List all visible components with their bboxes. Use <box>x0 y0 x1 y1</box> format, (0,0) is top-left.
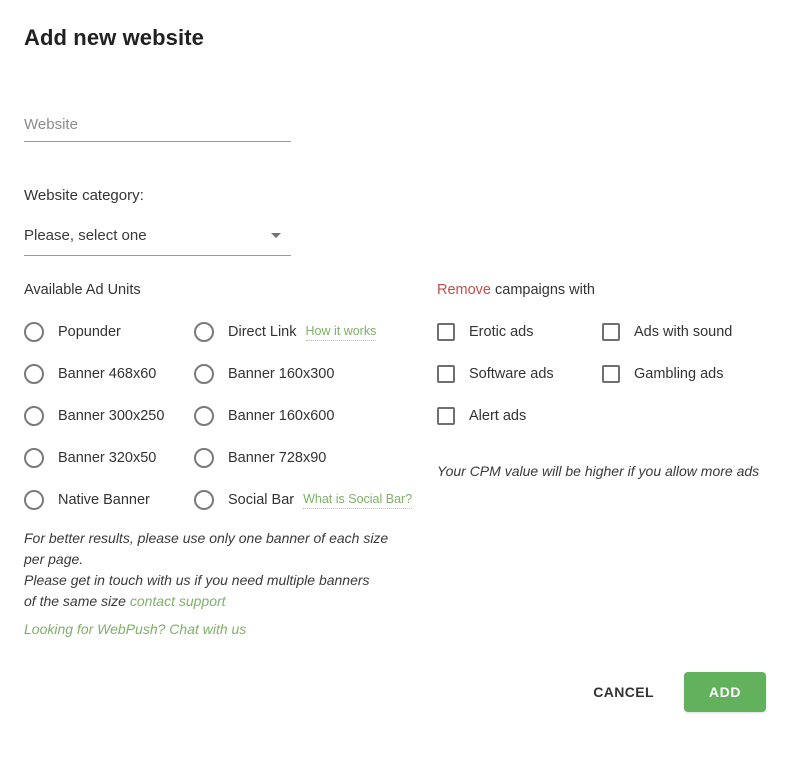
what-is-social-bar-link[interactable]: What is Social Bar? <box>303 491 413 509</box>
checkbox-icon[interactable] <box>602 365 620 383</box>
ad-unit-label: Native Banner <box>58 491 150 508</box>
radio-icon[interactable] <box>194 406 214 426</box>
remove-option-erotic-ads[interactable]: Erotic ads <box>437 311 602 353</box>
website-field-wrapper <box>24 116 291 142</box>
ad-unit-option-banner-320x50[interactable]: Banner 320x50 <box>24 437 194 479</box>
remove-option-label: Software ads <box>469 365 554 382</box>
ad-units-grid: Popunder Direct Link How it works Banner… <box>24 311 424 521</box>
how-it-works-link[interactable]: How it works <box>305 323 377 341</box>
remove-campaigns-heading: Remove campaigns with <box>437 281 595 300</box>
ad-unit-label: Direct Link <box>228 323 297 340</box>
ad-unit-label: Banner 160x600 <box>228 407 335 424</box>
dialog-actions: CANCEL ADD <box>577 672 766 712</box>
radio-icon[interactable] <box>194 322 214 342</box>
note-line-2: per page. <box>24 551 84 567</box>
ad-unit-option-popunder[interactable]: Popunder <box>24 311 194 353</box>
remove-heading-rest: campaigns with <box>491 282 595 298</box>
ad-unit-label: Popunder <box>58 323 121 340</box>
remove-option-label: Ads with sound <box>634 323 733 340</box>
ad-unit-label: Banner 160x300 <box>228 365 335 382</box>
chevron-down-icon <box>271 233 281 238</box>
checkbox-icon[interactable] <box>437 323 455 341</box>
ad-unit-option-banner-300x250[interactable]: Banner 300x250 <box>24 395 194 437</box>
contact-support-link[interactable]: contact support <box>130 593 226 609</box>
ad-unit-label: Banner 300x250 <box>58 407 165 424</box>
checkbox-icon[interactable] <box>437 365 455 383</box>
webpush-chat-link[interactable]: Looking for WebPush? Chat with us <box>24 620 246 639</box>
remove-option-label: Erotic ads <box>469 323 534 340</box>
note-line-4-prefix: of the same size <box>24 593 130 609</box>
ad-unit-label: Banner 468x60 <box>58 365 157 382</box>
checkbox-icon[interactable] <box>437 407 455 425</box>
page-title: Add new website <box>24 25 204 50</box>
radio-icon[interactable] <box>24 448 44 468</box>
ad-unit-option-direct-link[interactable]: Direct Link How it works <box>194 311 424 353</box>
radio-icon[interactable] <box>24 364 44 384</box>
ad-unit-option-banner-160x300[interactable]: Banner 160x300 <box>194 353 424 395</box>
remove-option-ads-with-sound[interactable]: Ads with sound <box>602 311 767 353</box>
radio-icon[interactable] <box>194 364 214 384</box>
note-line-1: For better results, please use only one … <box>24 530 389 546</box>
add-website-dialog: Add new website Website category: Please… <box>0 0 790 761</box>
banner-usage-notes: For better results, please use only one … <box>24 528 404 612</box>
website-category-select[interactable]: Please, select one <box>24 226 291 256</box>
cancel-button[interactable]: CANCEL <box>577 674 670 710</box>
ad-unit-label: Banner 728x90 <box>228 449 327 466</box>
ad-unit-option-banner-468x60[interactable]: Banner 468x60 <box>24 353 194 395</box>
ad-unit-label: Social Bar <box>228 491 295 508</box>
remove-accent-word: Remove <box>437 282 491 298</box>
ad-unit-option-banner-160x600[interactable]: Banner 160x600 <box>194 395 424 437</box>
radio-icon[interactable] <box>24 322 44 342</box>
checkbox-icon[interactable] <box>602 323 620 341</box>
remove-option-label: Alert ads <box>469 407 527 424</box>
radio-icon[interactable] <box>194 448 214 468</box>
add-button[interactable]: ADD <box>684 672 766 712</box>
ad-unit-option-banner-728x90[interactable]: Banner 728x90 <box>194 437 424 479</box>
website-category-label: Website category: <box>24 187 144 204</box>
remove-option-alert-ads[interactable]: Alert ads <box>437 395 602 437</box>
radio-icon[interactable] <box>24 406 44 426</box>
remove-option-software-ads[interactable]: Software ads <box>437 353 602 395</box>
website-input[interactable] <box>24 116 291 142</box>
ad-unit-option-native-banner[interactable]: Native Banner <box>24 479 194 521</box>
website-category-value: Please, select one <box>24 227 147 244</box>
ad-unit-option-social-bar[interactable]: Social Bar What is Social Bar? <box>194 479 424 521</box>
cpm-note: Your CPM value will be higher if you all… <box>437 463 760 479</box>
note-line-4: of the same size contact support <box>24 591 404 612</box>
remove-campaigns-grid: Erotic ads Ads with sound Software ads G… <box>437 311 767 437</box>
remove-option-gambling-ads[interactable]: Gambling ads <box>602 353 767 395</box>
note-line-3: Please get in touch with us if you need … <box>24 572 370 588</box>
available-ad-units-heading: Available Ad Units <box>24 282 141 298</box>
radio-icon[interactable] <box>24 490 44 510</box>
ad-unit-label: Banner 320x50 <box>58 449 157 466</box>
remove-option-label: Gambling ads <box>634 365 724 382</box>
radio-icon[interactable] <box>194 490 214 510</box>
